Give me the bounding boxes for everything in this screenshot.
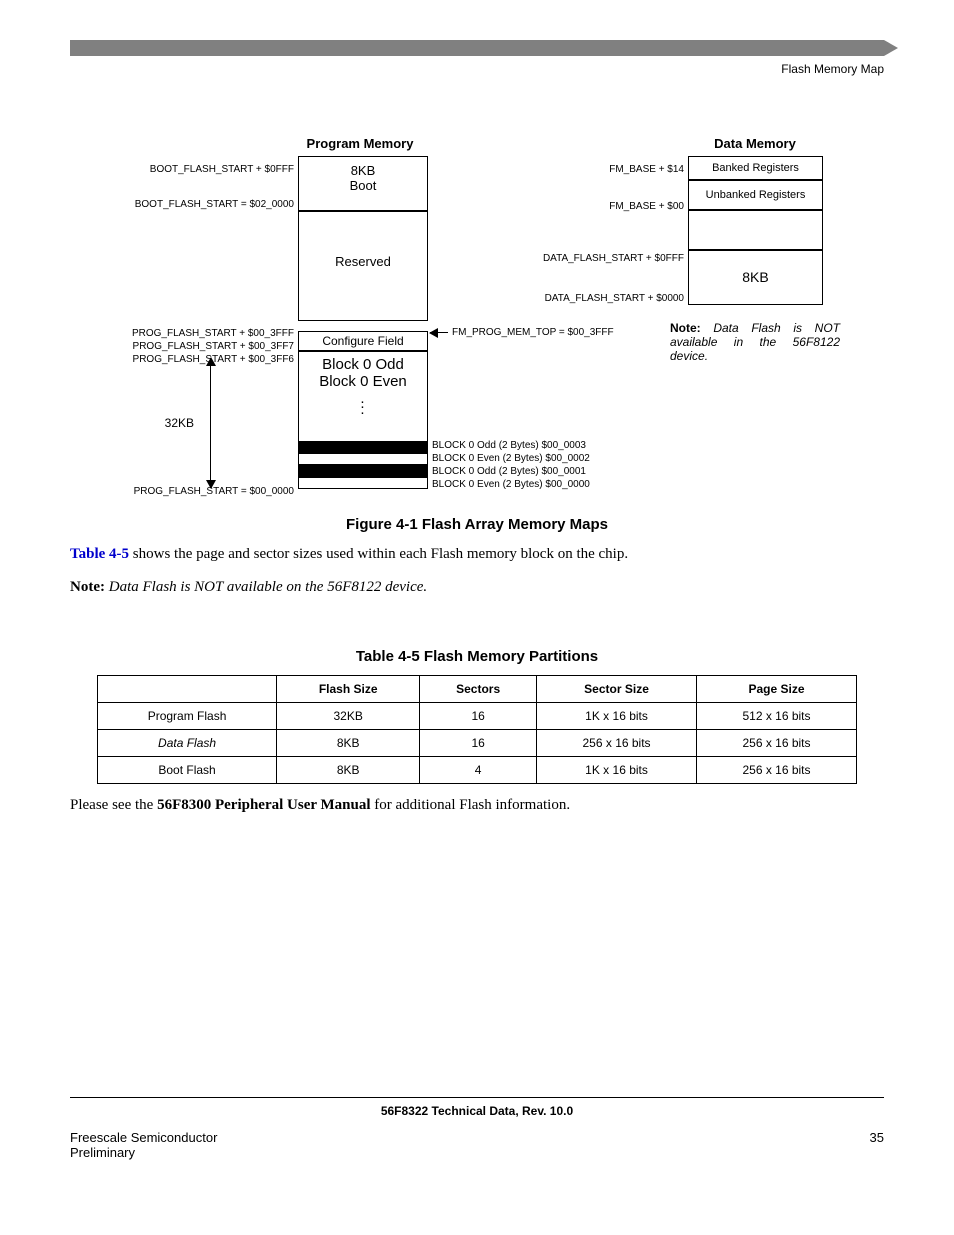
- cell-sector-size: 1K x 16 bits: [537, 703, 697, 730]
- prog-base-addr: PROG_FLASH_START = $00_0000: [134, 486, 294, 497]
- row-dark2: [298, 465, 428, 477]
- para-1: Table 4-5 shows the page and sector size…: [70, 543, 884, 566]
- cell-flash-size: 8KB: [277, 757, 420, 784]
- cell-sector-size: 1K x 16 bits: [537, 757, 697, 784]
- data-8kb: 8KB: [688, 250, 823, 305]
- cell-flash-size: 8KB: [277, 730, 420, 757]
- block0-area: Block 0 Odd Block 0 Even ...: [298, 351, 428, 441]
- table-row: Boot Flash 8KB 4 1K x 16 bits 256 x 16 b…: [98, 757, 857, 784]
- row-light2: [298, 477, 428, 489]
- th-sector-size: Sector Size: [537, 676, 697, 703]
- row3-lbl: BLOCK 0 Even (2 Bytes) $00_0000: [432, 479, 590, 490]
- row-dark1: [298, 441, 428, 453]
- cell-name: Boot Flash: [98, 757, 277, 784]
- cell-sector-size: 256 x 16 bits: [537, 730, 697, 757]
- cell-name: Program Flash: [98, 703, 277, 730]
- boot-name: Boot: [299, 178, 427, 193]
- data-mem-title: Data Memory: [690, 136, 820, 151]
- arrow-32kb: [210, 358, 211, 488]
- size-32kb: 32KB: [165, 416, 194, 430]
- cell-flash-size: 32KB: [277, 703, 420, 730]
- fm-base-00: FM_BASE + $00: [609, 201, 684, 212]
- cell-page-size: 256 x 16 bits: [697, 757, 857, 784]
- para-1-text: shows the page and sector sizes used wit…: [129, 546, 628, 562]
- link-table-4-5[interactable]: Table 4-5: [70, 546, 129, 562]
- para-2-text: Data Flash is NOT available on the 56F81…: [109, 579, 427, 595]
- row1-lbl: BLOCK 0 Even (2 Bytes) $00_0002: [432, 453, 590, 464]
- para-3: Please see the 56F8300 Peripheral User M…: [70, 794, 884, 817]
- footer-left1: Freescale Semiconductor: [70, 1130, 217, 1145]
- data-gap: [688, 210, 823, 250]
- para-3a: Please see the: [70, 797, 157, 813]
- row2-lbl: BLOCK 0 Odd (2 Bytes) $00_0001: [432, 466, 586, 477]
- th-flash-size: Flash Size: [277, 676, 420, 703]
- cell-name: Data Flash: [98, 730, 277, 757]
- fm-base-14: FM_BASE + $14: [609, 164, 684, 175]
- table-header-row: Flash Size Sectors Sector Size Page Size: [98, 676, 857, 703]
- cell-sectors: 16: [420, 703, 537, 730]
- section-header: Flash Memory Map: [70, 62, 884, 76]
- page-number: 35: [870, 1130, 884, 1160]
- cell-sectors: 16: [420, 730, 537, 757]
- unbanked-reg: Unbanked Registers: [688, 180, 823, 210]
- fm-top-lbl: FM_PROG_MEM_TOP = $00_3FFF: [452, 327, 614, 338]
- th-page-size: Page Size: [697, 676, 857, 703]
- para-2: Note: Data Flash is NOT available on the…: [70, 576, 884, 599]
- cell-page-size: 512 x 16 bits: [697, 703, 857, 730]
- cfg-addr1: PROG_FLASH_START + $00_3FFF: [132, 328, 294, 339]
- data-flash-top: DATA_FLASH_START + $0FFF: [543, 253, 684, 264]
- row0-lbl: BLOCK 0 Odd (2 Bytes) $00_0003: [432, 440, 586, 451]
- para-2-label: Note:: [70, 579, 105, 595]
- figure-4-1: Program Memory BOOT_FLASH_START + $0FFF …: [70, 136, 884, 506]
- boot-size: 8KB: [299, 163, 427, 178]
- table-caption: Table 4-5 Flash Memory Partitions: [70, 648, 884, 665]
- cell-page-size: 256 x 16 bits: [697, 730, 857, 757]
- cfg-addr2: PROG_FLASH_START + $00_3FF7: [133, 341, 294, 352]
- row-light1: [298, 453, 428, 465]
- table-row: Data Flash 8KB 16 256 x 16 bits 256 x 16…: [98, 730, 857, 757]
- block0-odd: Block 0 Odd: [299, 356, 427, 373]
- footer-left: Freescale Semiconductor Preliminary: [70, 1130, 217, 1160]
- configure-field: Configure Field: [298, 331, 428, 351]
- data-flash-base: DATA_FLASH_START + $0000: [545, 293, 684, 304]
- para-3c: for additional Flash information.: [371, 797, 571, 813]
- footer-rev: 56F8322 Technical Data, Rev. 10.0: [70, 1097, 884, 1118]
- arrow-fm-top: [430, 332, 448, 333]
- th-blank: [98, 676, 277, 703]
- block0-even: Block 0 Even: [299, 373, 427, 390]
- para-3b: 56F8300 Peripheral User Manual: [157, 797, 370, 813]
- cell-sectors: 4: [420, 757, 537, 784]
- figure-caption: Figure 4-1 Flash Array Memory Maps: [70, 516, 884, 533]
- boot-top-addr: BOOT_FLASH_START + $0FFF: [150, 164, 294, 175]
- partition-table: Flash Size Sectors Sector Size Page Size…: [97, 675, 857, 784]
- banked-reg: Banked Registers: [688, 156, 823, 180]
- table-row: Program Flash 32KB 16 1K x 16 bits 512 x…: [98, 703, 857, 730]
- header-bar: [70, 40, 884, 56]
- data-note: Note: Data Flash is NOT available in the…: [670, 321, 840, 363]
- prog-mem-title: Program Memory: [295, 136, 425, 151]
- th-sectors: Sectors: [420, 676, 537, 703]
- footer-left2: Preliminary: [70, 1145, 217, 1160]
- boot-block: 8KB Boot: [298, 156, 428, 211]
- reserved-block: Reserved: [298, 211, 428, 321]
- boot-base-addr: BOOT_FLASH_START = $02_0000: [135, 199, 294, 210]
- note-label: Note:: [670, 321, 701, 335]
